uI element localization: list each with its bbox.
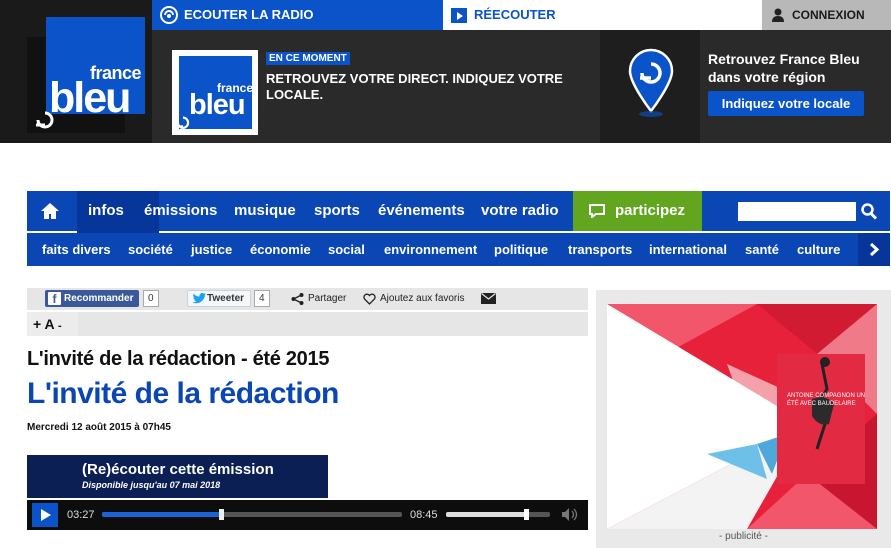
font-increase[interactable]: + A (33, 316, 54, 332)
play-button[interactable] (32, 503, 58, 527)
progress-fill (102, 512, 221, 517)
france-bleu-logo[interactable]: france bleu (27, 17, 145, 133)
search-icon[interactable] (861, 203, 877, 220)
sub-nav-faits-divers[interactable]: faits divers (42, 233, 111, 266)
reecouter-button[interactable]: RÉECOUTER (443, 0, 762, 30)
participez-label: participez (615, 202, 686, 219)
nav-item-votre-radio[interactable]: votre radio (481, 191, 559, 231)
advert-banner[interactable]: ANTOINE COMPAGNON UN ÉTÉ AVEC BAUDELAIRE (607, 304, 877, 529)
favorites-label: Ajoutez aux favoris (380, 293, 465, 304)
twitter-count: 4 (254, 290, 270, 307)
share-icon (291, 293, 304, 305)
current-time: 03:27 (67, 509, 95, 521)
logo-mark-icon (36, 111, 54, 129)
nav-item-musique[interactable]: musique (234, 191, 296, 231)
login-label: CONNEXION (792, 8, 865, 22)
advert-label: - publicité - (719, 531, 768, 542)
facebook-label: Recommander (64, 293, 134, 304)
speech-bubble-icon (589, 204, 605, 218)
play-square-icon (451, 8, 467, 23)
article-title: L'invité de la rédaction (27, 377, 339, 410)
facebook-count: 0 (143, 290, 159, 307)
reecouter-label: RÉECOUTER (474, 7, 556, 22)
tweet-label: Tweeter (207, 293, 245, 304)
login-button[interactable]: CONNEXION (762, 0, 891, 30)
logo-word-bleu: bleu (49, 74, 131, 122)
nav-item-evenements[interactable]: événements (378, 191, 465, 231)
live-badge: EN CE MOMENT (266, 52, 350, 65)
sub-nav-social[interactable]: social (328, 233, 365, 266)
article-rubrique[interactable]: L'invité de la rédaction - été 2015 (27, 347, 329, 371)
sub-nav-sante[interactable]: santé (745, 233, 779, 266)
sub-nav: faits divers société justice économie so… (27, 233, 890, 266)
sub-nav-transports[interactable]: transports (568, 233, 632, 266)
tweet-button[interactable]: Tweeter (187, 290, 251, 307)
nav-item-infos[interactable]: infos (88, 191, 124, 231)
listen-radio-button[interactable]: ECOUTER LA RADIO (152, 0, 443, 30)
advert-artwork (607, 304, 877, 529)
font-toolbar (27, 312, 588, 336)
facebook-icon: f (48, 292, 61, 306)
replay-availability: Disponible jusqu'au 07 mai 2018 (82, 480, 221, 490)
sub-nav-economie[interactable]: économie (250, 233, 311, 266)
live-station-logo[interactable]: france bleu (172, 50, 258, 135)
sub-nav-societe[interactable]: société (128, 233, 173, 266)
duration: 08:45 (410, 509, 438, 521)
set-locale-button[interactable]: Indiquez votre locale (708, 91, 864, 116)
radio-waves-icon (160, 6, 178, 24)
participez-button[interactable]: participez (573, 191, 702, 231)
twitter-bird-icon (192, 293, 206, 304)
sub-nav-culture[interactable]: culture (797, 233, 840, 266)
font-decrease[interactable]: - (58, 320, 62, 332)
live-text-link[interactable]: RETROUVEZ VOTRE DIRECT. INDIQUEZ VOTRE L… (266, 71, 566, 103)
font-size-controls[interactable]: + A - (33, 315, 62, 335)
chevron-right-icon[interactable] (858, 233, 890, 266)
volume-fill (446, 512, 526, 517)
listen-radio-label: ECOUTER LA RADIO (184, 7, 314, 22)
article-date: Mercredi 12 août 2015 à 07h45 (27, 422, 171, 433)
speaker-icon[interactable] (561, 507, 578, 522)
facebook-recommend-button[interactable]: f Recommander (45, 290, 139, 307)
sub-nav-international[interactable]: international (649, 233, 727, 266)
sub-nav-politique[interactable]: politique (494, 233, 548, 266)
small-logo-word-bleu: bleu (189, 89, 246, 121)
progress-handle[interactable] (219, 509, 224, 520)
replay-title: (Re)écouter cette émission (82, 461, 274, 478)
user-icon (772, 8, 784, 22)
heart-icon (363, 293, 376, 305)
small-logo-mark-icon (176, 116, 190, 129)
nav-item-emissions[interactable]: émissions (144, 191, 217, 231)
home-icon[interactable] (27, 191, 75, 231)
volume-handle[interactable] (524, 509, 529, 520)
replay-box: (Re)écouter cette émission Disponible ju… (27, 455, 328, 498)
location-pin-icon (628, 48, 674, 117)
sub-nav-justice[interactable]: justice (191, 233, 232, 266)
region-text: Retrouvez France Bleu dans votre région (708, 51, 860, 85)
mail-icon[interactable] (481, 293, 496, 304)
nav-item-sports[interactable]: sports (314, 191, 360, 231)
share-label: Partager (308, 293, 347, 304)
search-input[interactable] (738, 202, 856, 221)
sub-nav-environnement[interactable]: environnement (384, 233, 477, 266)
advert-cover-text: ANTOINE COMPAGNON UN ÉTÉ AVEC BAUDELAIRE (787, 393, 866, 407)
